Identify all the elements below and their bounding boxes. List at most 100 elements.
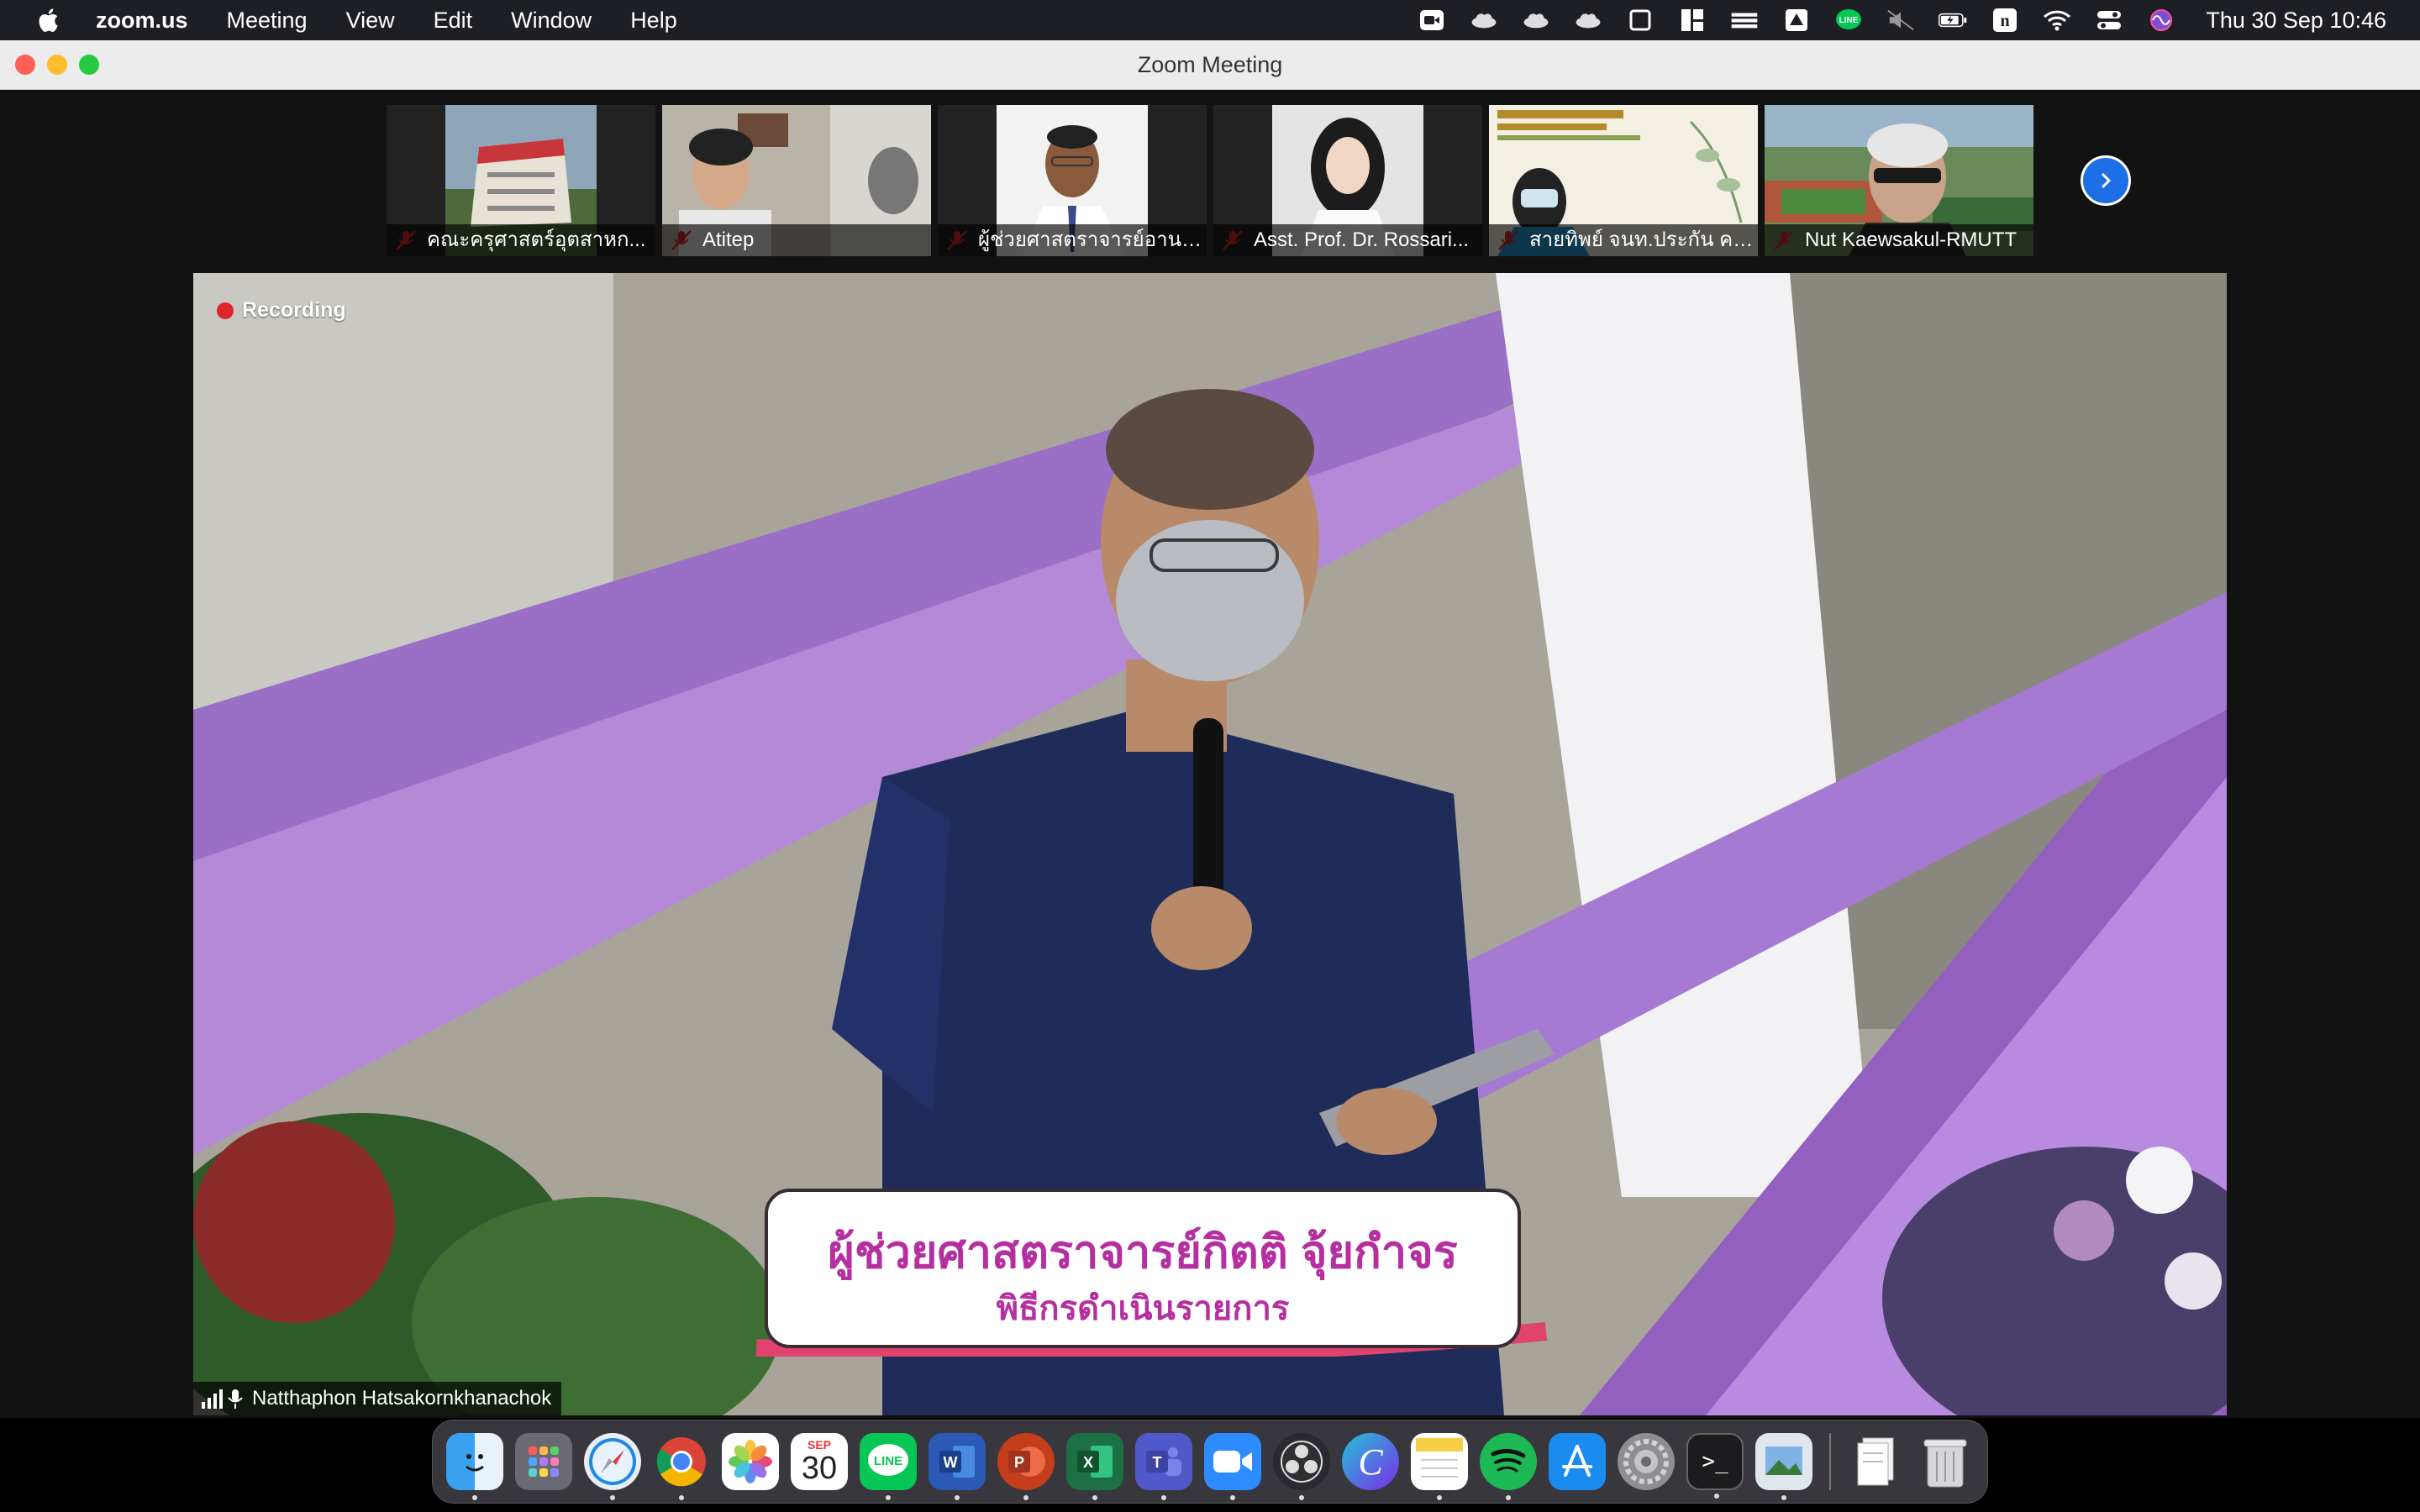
obs-icon[interactable] bbox=[1273, 1433, 1330, 1500]
menu-help[interactable]: Help bbox=[630, 8, 677, 34]
downloads-stack-icon[interactable] bbox=[1848, 1433, 1905, 1490]
notes-icon[interactable] bbox=[1411, 1433, 1468, 1500]
video-camera-status-icon[interactable] bbox=[1418, 8, 1446, 33]
chrome-icon[interactable] bbox=[653, 1433, 710, 1500]
menu-meeting[interactable]: Meeting bbox=[227, 8, 308, 34]
svg-text:LINE: LINE bbox=[1839, 16, 1859, 25]
participant-name: สายทิพย์ จนท.ประกัน คอ... bbox=[1489, 224, 1758, 256]
battery-charging-icon[interactable] bbox=[1939, 8, 1967, 33]
participant-thumbnail[interactable]: Nut Kaewsakul-RMUTT bbox=[1765, 105, 2033, 256]
cloud-icon[interactable] bbox=[1522, 8, 1550, 33]
line-app-icon[interactable]: LINE bbox=[1834, 8, 1863, 33]
chevron-right-icon bbox=[2101, 172, 2112, 189]
svg-text:T: T bbox=[1153, 1454, 1162, 1471]
running-indicator bbox=[1714, 1494, 1719, 1499]
bars-icon[interactable] bbox=[1730, 8, 1759, 33]
dock: SEP 30 LINE W P X T C >_ bbox=[432, 1420, 1988, 1504]
title-bar[interactable]: Zoom Meeting bbox=[0, 40, 2420, 90]
calendar-day: 30 bbox=[801, 1451, 838, 1486]
running-indicator bbox=[679, 1495, 684, 1500]
zoom-window: Zoom Meeting คณะครุศาสตร์อุตสาหก... Atit… bbox=[0, 40, 2420, 1418]
running-indicator bbox=[1781, 1495, 1786, 1500]
cloud-icon[interactable] bbox=[1574, 8, 1602, 33]
app-store-icon[interactable] bbox=[1549, 1433, 1606, 1490]
powerpoint-icon[interactable]: P bbox=[997, 1433, 1055, 1500]
menu-bar: zoom.us Meeting View Edit Window Help LI… bbox=[0, 0, 2420, 40]
svg-text:W: W bbox=[944, 1454, 958, 1471]
svg-text:P: P bbox=[1014, 1454, 1024, 1471]
terminal-icon[interactable]: >_ bbox=[1686, 1433, 1744, 1499]
photos-icon[interactable] bbox=[722, 1433, 779, 1490]
participant-name: ผู้ช่วยศาสตราจารย์อานน... bbox=[938, 224, 1207, 256]
participant-thumbnail[interactable]: Asst. Prof. Dr. Rossari... bbox=[1213, 105, 1482, 256]
participant-name: Atitep bbox=[662, 224, 931, 256]
excel-icon[interactable]: X bbox=[1066, 1433, 1123, 1500]
meeting-content: คณะครุศาสตร์อุตสาหก... Atitep ผู้ช่วยศาส… bbox=[0, 90, 2420, 1418]
calendar-icon[interactable]: SEP 30 bbox=[791, 1433, 848, 1490]
recording-dot-icon bbox=[217, 302, 234, 319]
running-indicator bbox=[1230, 1495, 1235, 1500]
word-icon[interactable]: W bbox=[929, 1433, 986, 1500]
finder-icon[interactable] bbox=[446, 1433, 503, 1500]
participant-name: คณะครุศาสตร์อุตสาหก... bbox=[387, 224, 655, 256]
running-indicator bbox=[610, 1495, 615, 1500]
running-indicator bbox=[472, 1495, 477, 1500]
line-icon[interactable]: LINE bbox=[860, 1433, 917, 1500]
running-indicator bbox=[1437, 1495, 1442, 1500]
running-indicator bbox=[1299, 1495, 1304, 1500]
system-preferences-icon[interactable] bbox=[1618, 1433, 1675, 1490]
drive-icon[interactable] bbox=[1782, 8, 1811, 33]
menu-window[interactable]: Window bbox=[511, 8, 592, 34]
speaker-name: Natthaphon Hatsakornkhanachok bbox=[252, 1387, 552, 1410]
svg-text:n: n bbox=[2001, 12, 2010, 30]
calendar-month: SEP bbox=[807, 1438, 831, 1452]
dock-separator bbox=[1829, 1433, 1831, 1490]
menu-edit[interactable]: Edit bbox=[434, 8, 473, 34]
lower-third-subtitle: พิธีกรดำเนินรายการ bbox=[996, 1290, 1290, 1327]
participant-thumbnail[interactable]: สายทิพย์ จนท.ประกัน คอ... bbox=[1489, 105, 1758, 256]
participant-thumbnail[interactable]: Atitep bbox=[662, 105, 931, 256]
sound-muted-icon[interactable] bbox=[1886, 8, 1915, 33]
window-title: Zoom Meeting bbox=[1137, 52, 1283, 77]
lower-third-title: ผู้ช่วยศาสตราจารย์กิตติ จุ้ยกำจร bbox=[828, 1227, 1458, 1278]
participant-thumbnail[interactable]: ผู้ช่วยศาสตราจารย์อานน... bbox=[938, 105, 1207, 256]
window-icon[interactable] bbox=[1626, 8, 1655, 33]
running-indicator bbox=[955, 1495, 960, 1500]
active-speaker-video[interactable]: Recording ผู้ช่วยศาสตราจารย์กิตติ จุ้ยกำ… bbox=[193, 273, 2227, 1415]
wifi-icon[interactable] bbox=[2043, 8, 2071, 33]
svg-text:LINE: LINE bbox=[874, 1454, 902, 1468]
spotify-icon[interactable] bbox=[1480, 1433, 1537, 1500]
speaker-name-tag: Natthaphon Hatsakornkhanachok bbox=[193, 1382, 562, 1415]
svg-text:X: X bbox=[1083, 1454, 1093, 1471]
menu-bar-clock[interactable]: Thu 30 Sep 10:46 bbox=[2206, 8, 2386, 34]
siri-icon[interactable] bbox=[2147, 8, 2175, 33]
preview-icon[interactable] bbox=[1755, 1433, 1812, 1500]
layout-icon[interactable] bbox=[1678, 8, 1707, 33]
notion-icon[interactable]: n bbox=[1991, 8, 2019, 33]
zoom-icon[interactable] bbox=[1204, 1433, 1261, 1500]
lower-third-card: ผู้ช่วยศาสตราจารย์กิตติ จุ้ยกำจร พิธีกรด… bbox=[765, 1189, 1521, 1348]
control-center-icon[interactable] bbox=[2095, 8, 2123, 33]
launchpad-icon[interactable] bbox=[515, 1433, 572, 1490]
participant-thumbnail[interactable]: คณะครุศาสตร์อุตสาหก... bbox=[387, 105, 655, 256]
cloud-icon[interactable] bbox=[1470, 8, 1498, 33]
next-page-button[interactable] bbox=[2081, 155, 2131, 206]
menu-view[interactable]: View bbox=[346, 8, 395, 34]
safari-icon[interactable] bbox=[584, 1433, 641, 1500]
participant-name: Nut Kaewsakul-RMUTT bbox=[1765, 224, 2033, 256]
participant-name: Asst. Prof. Dr. Rossari... bbox=[1213, 224, 1482, 256]
running-indicator bbox=[886, 1495, 891, 1500]
signal-strength-icon bbox=[202, 1389, 243, 1409]
running-indicator bbox=[1092, 1495, 1097, 1500]
canva-icon[interactable]: C bbox=[1342, 1433, 1399, 1490]
running-indicator bbox=[1506, 1495, 1511, 1500]
running-indicator bbox=[1161, 1495, 1166, 1500]
trash-icon[interactable] bbox=[1917, 1433, 1974, 1490]
lower-third-caption: ผู้ช่วยศาสตราจารย์กิตติ จุ้ยกำจร พิธีกรด… bbox=[748, 1189, 1555, 1357]
recording-label: Recording bbox=[242, 298, 346, 322]
recording-indicator[interactable]: Recording bbox=[217, 298, 346, 323]
teams-icon[interactable]: T bbox=[1135, 1433, 1192, 1500]
running-indicator bbox=[1023, 1495, 1028, 1500]
app-menu-zoom[interactable]: zoom.us bbox=[96, 8, 188, 34]
apple-icon[interactable] bbox=[35, 6, 64, 34]
